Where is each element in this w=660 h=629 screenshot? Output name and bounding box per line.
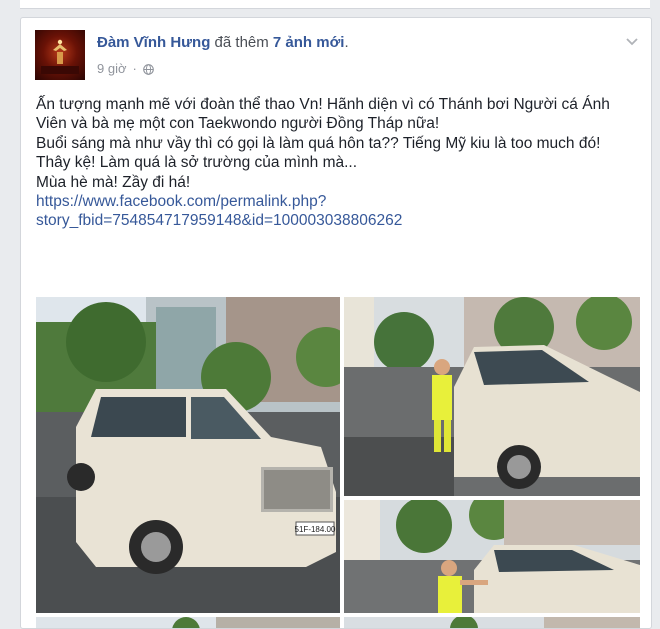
post-text-line: Buổi sáng mà như vầy thì có gọi là làm q… xyxy=(36,134,601,152)
post-header: Đàm Vĩnh Hưng đã thêm 7 ảnh mới. xyxy=(97,34,349,51)
globe-icon[interactable] xyxy=(142,63,154,75)
license-plate-text: 51F-184.00 xyxy=(295,525,336,534)
news-feed-post: Đàm Vĩnh Hưng đã thêm 7 ảnh mới. 9 giờ ·… xyxy=(20,17,652,629)
permalink-link[interactable]: https://www.facebook.com/permalink.php?s… xyxy=(36,193,402,229)
chevron-down-icon[interactable] xyxy=(625,34,639,46)
post-photo-suv-street[interactable]: 51F-184.00 xyxy=(36,297,340,613)
meta-separator: · xyxy=(132,61,137,76)
post-text-line: Mùa hè mà! Zầy đi há! xyxy=(36,173,191,191)
post-photo-person-beside-suv[interactable] xyxy=(344,297,640,496)
post-photo-cropped-left[interactable] xyxy=(36,617,340,628)
author-avatar[interactable] xyxy=(35,30,85,80)
post-photo-person-touching-suv[interactable] xyxy=(344,500,640,613)
post-message: Ấn tượng mạnh mẽ với đoàn thể thao Vn! H… xyxy=(36,95,641,231)
post-timestamp[interactable]: 9 giờ xyxy=(97,61,127,76)
post-action-suffix: . xyxy=(344,34,349,51)
author-name-link[interactable]: Đàm Vĩnh Hưng xyxy=(97,34,210,51)
photo-count-link[interactable]: 7 ảnh mới xyxy=(273,34,345,51)
previous-post-edge xyxy=(20,0,650,9)
post-text-line: Thây kệ! Làm quá là sở trường của mình m… xyxy=(36,154,358,172)
post-meta: 9 giờ · xyxy=(97,61,154,76)
post-action-text: đã thêm xyxy=(214,34,269,51)
post-photo-cropped-right[interactable] xyxy=(344,617,640,628)
post-text-line: Ấn tượng mạnh mẽ với đoàn thể thao Vn! H… xyxy=(36,96,610,133)
